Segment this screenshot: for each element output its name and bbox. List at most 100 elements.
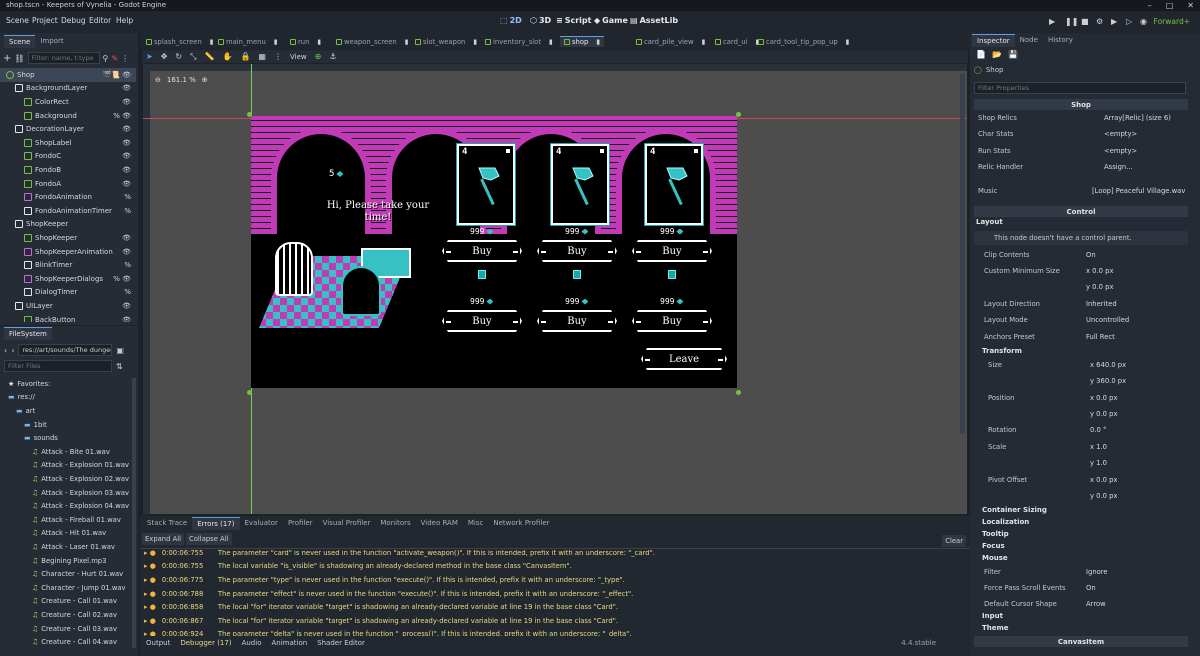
- layout-property[interactable]: Layout Mode Uncontrolled: [974, 313, 1188, 327]
- renderer-selector[interactable]: Forward+: [1154, 17, 1190, 26]
- add-node-icon[interactable]: +: [3, 53, 11, 64]
- handle-bl[interactable]: [247, 390, 252, 395]
- pan-tool-icon[interactable]: ✋: [222, 52, 232, 61]
- inspected-node-name[interactable]: Shop: [986, 66, 1004, 74]
- buy-relic-button[interactable]: Buy: [537, 310, 617, 332]
- inspector-group[interactable]: Container Sizing: [982, 506, 1047, 514]
- file-item[interactable]: ♫ Attack - Explosion 04.wav: [0, 499, 134, 513]
- visibility-icon[interactable]: 👁: [122, 139, 131, 147]
- scene-node-fondoc[interactable]: FondoC 👁: [0, 150, 136, 164]
- inspector-group[interactable]: Focus: [982, 542, 1005, 550]
- visibility-icon[interactable]: 👁: [122, 84, 131, 92]
- transform-property[interactable]: Size x 640.0 px: [974, 358, 1188, 372]
- handle-br[interactable]: [736, 390, 741, 395]
- buy-card-button[interactable]: Buy: [632, 240, 712, 262]
- file-filter-input[interactable]: [4, 360, 112, 372]
- load-resource-icon[interactable]: 📂: [992, 50, 1002, 59]
- script-icon[interactable]: ▮: [549, 38, 553, 46]
- scene-node-backbutton[interactable]: BackButton 👁: [0, 313, 136, 322]
- rotate-tool-icon[interactable]: ↻: [175, 52, 182, 61]
- transform-property[interactable]: y 1.0: [974, 456, 1188, 470]
- tab-import[interactable]: Import: [35, 35, 68, 48]
- bottom-tab-debugger-[interactable]: Debugger (17): [180, 639, 231, 647]
- scene-node-uilayer[interactable]: UILayer 👁: [0, 299, 136, 313]
- debugger-tab-evaluator[interactable]: Evaluator: [240, 517, 283, 530]
- menu-editor[interactable]: Editor: [89, 16, 111, 25]
- scene-node-fondoanimationtimer[interactable]: FondoAnimationTimer%: [0, 204, 136, 218]
- error-row[interactable]: ▸ ● 0:00:06:867 The local "for" iterator v…: [144, 614, 944, 628]
- transform-property[interactable]: y 0.0 px: [974, 489, 1188, 503]
- control-section-header[interactable]: Control: [974, 206, 1188, 217]
- script-icon[interactable]: ▮: [596, 38, 600, 46]
- relic-icon[interactable]: [478, 270, 486, 279]
- visibility-icon[interactable]: 👁: [122, 125, 131, 133]
- scene-node-decorationlayer[interactable]: DecorationLayer 👁: [0, 122, 136, 136]
- file-item[interactable]: ♫ Character - Hurt 01.wav: [0, 567, 134, 581]
- mouse-property[interactable]: Force Pass Scroll Events On: [974, 581, 1188, 595]
- scene-node-blinktimer[interactable]: BlinkTimer%: [0, 258, 136, 272]
- file-item[interactable]: ♫ Attack - Explosion 03.wav: [0, 486, 134, 500]
- file-item[interactable]: ♫ Creature - Call 01.wav: [0, 595, 134, 609]
- layout-property[interactable]: Clip Contents On: [974, 248, 1188, 262]
- visibility-icon[interactable]: %: [124, 288, 131, 296]
- file-item[interactable]: ♫ Creature - Call 03.wav: [0, 622, 134, 636]
- visibility-icon[interactable]: 👁: [122, 316, 131, 322]
- transform-property[interactable]: Scale x 1.0: [974, 440, 1188, 454]
- scene-tab-inventory-slot[interactable]: inventory_slot ▮: [485, 36, 553, 47]
- file-item[interactable]: ▬ res://: [0, 391, 134, 405]
- buy-relic-button[interactable]: Buy: [632, 310, 712, 332]
- buy-card-button[interactable]: Buy: [537, 240, 617, 262]
- mouse-property[interactable]: Default Cursor Shape Arrow: [974, 597, 1188, 611]
- scene-filter-input[interactable]: [27, 52, 100, 64]
- close-icon[interactable]: ✕: [1187, 0, 1194, 11]
- error-row[interactable]: ▸ ● 0:00:06:775 The parameter "type" is ne…: [144, 573, 944, 587]
- tab-inspector[interactable]: Inspector: [972, 34, 1015, 47]
- inspector-filter-input[interactable]: [974, 82, 1186, 94]
- workspace-assetlib[interactable]: ▤ AssetLib: [630, 16, 678, 25]
- save-resource-icon[interactable]: 💾: [1008, 50, 1018, 59]
- file-item[interactable]: ♫ Character - Jump 01.wav: [0, 581, 134, 595]
- weapon-card[interactable]: 4: [644, 143, 704, 226]
- visibility-icon[interactable]: 👁: [122, 166, 131, 174]
- scene-node-colorrect[interactable]: ColorRect 👁: [0, 95, 136, 109]
- bones-icon[interactable]: ⋮: [274, 52, 282, 61]
- scene-tab-slot-weapon[interactable]: slot_weapon ▮: [415, 36, 477, 47]
- tab-scene[interactable]: Scene: [4, 35, 36, 48]
- play-icon[interactable]: ▶: [1049, 17, 1055, 26]
- sort-icon[interactable]: ⇅: [116, 362, 123, 371]
- visibility-icon[interactable]: %: [124, 193, 131, 201]
- relic-icon[interactable]: [573, 270, 581, 279]
- canvasitem-section-header[interactable]: CanvasItem: [974, 636, 1188, 647]
- play-scene-icon[interactable]: ▶: [1111, 17, 1117, 26]
- stop-icon[interactable]: ■: [1081, 17, 1089, 26]
- canvas-viewport[interactable]: ⊖ 161.1 % ⊕ 5 Hi, Please take your time!…: [143, 64, 967, 514]
- visibility-icon[interactable]: %: [124, 207, 131, 215]
- filter-options-icon[interactable]: ⚲: [103, 54, 109, 63]
- visibility-icon[interactable]: 🎬📜 👁: [102, 71, 131, 79]
- script-icon[interactable]: ▮: [473, 38, 477, 46]
- visibility-icon[interactable]: 👁: [122, 302, 131, 310]
- script-icon[interactable]: ▮: [210, 38, 214, 46]
- clear-button[interactable]: Clear: [942, 535, 966, 547]
- buy-relic-button[interactable]: Buy: [442, 310, 522, 332]
- inspector-property[interactable]: Relic Handler Assign...: [974, 160, 1188, 174]
- file-item[interactable]: ♫ Attack - Hit 01.wav: [0, 527, 134, 541]
- file-item[interactable]: ♫ Attack - Explosion 02.wav: [0, 472, 134, 486]
- visibility-icon[interactable]: 👁: [122, 234, 131, 242]
- debugger-tab-stack-trace[interactable]: Stack Trace: [142, 517, 192, 530]
- transform-group[interactable]: Transform: [982, 347, 1022, 355]
- snap-icon[interactable]: ⊕: [315, 52, 322, 61]
- visibility-icon[interactable]: % 👁: [113, 275, 131, 283]
- inspector-group[interactable]: Mouse: [982, 554, 1008, 562]
- scene-tab-shop[interactable]: shop ▮: [560, 36, 605, 47]
- layout-property[interactable]: y 0.0 px: [974, 280, 1188, 294]
- scene-node-shopkeeper[interactable]: ShopKeeper 👁: [0, 231, 136, 245]
- script-icon[interactable]: ▮: [846, 38, 850, 46]
- scene-node-fondoanimation[interactable]: FondoAnimation%: [0, 190, 136, 204]
- group-icon[interactable]: ▦: [258, 52, 266, 61]
- play-custom-icon[interactable]: ▷: [1126, 17, 1132, 26]
- debugger-tab-misc[interactable]: Misc: [463, 517, 488, 530]
- handle-tr[interactable]: [736, 112, 741, 117]
- weapon-card[interactable]: 4: [550, 143, 610, 226]
- inspector-group[interactable]: Input: [982, 612, 1003, 620]
